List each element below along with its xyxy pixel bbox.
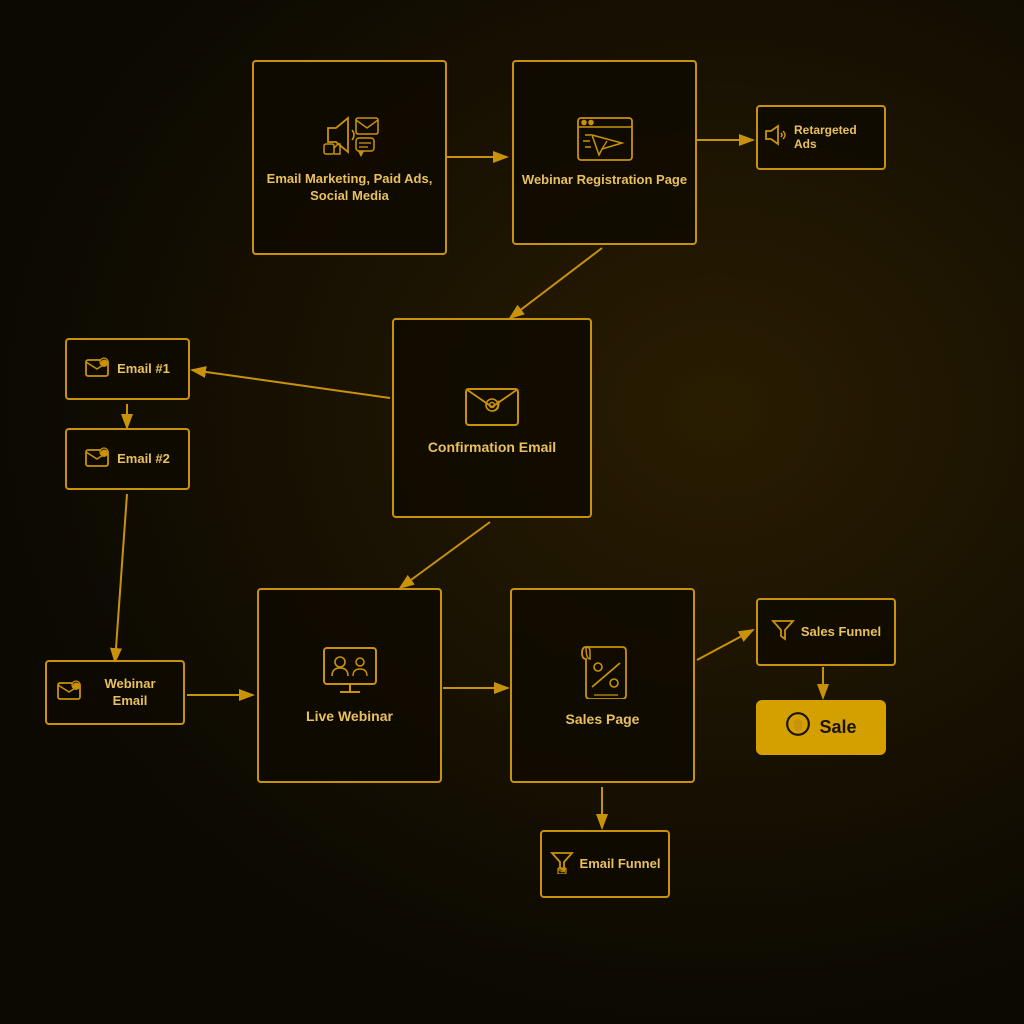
email2-icon: @ [85, 445, 109, 474]
svg-text:@: @ [101, 361, 107, 367]
confirmation-email-label: Confirmation Email [428, 438, 556, 456]
webinar-registration-icon [577, 117, 633, 166]
email-funnel-box: Email Funnel [540, 830, 670, 898]
email-funnel-label: Email Funnel [580, 856, 661, 873]
webinar-registration-box: Webinar Registration Page [512, 60, 697, 245]
email1-label: Email #1 [117, 361, 170, 378]
email-marketing-label: Email Marketing, Paid Ads, Social Media [254, 171, 445, 205]
sales-funnel-box: Sales Funnel [756, 598, 896, 666]
live-webinar-label: Live Webinar [306, 707, 393, 725]
diagram-canvas: Email Marketing, Paid Ads, Social Media … [0, 0, 1024, 1024]
svg-text:@: @ [101, 451, 107, 457]
webinar-email-label: Webinar Email [87, 676, 173, 710]
webinar-email-box: @ Webinar Email [45, 660, 185, 725]
svg-text:@: @ [73, 684, 79, 690]
email1-icon: @ [85, 355, 109, 384]
retargeted-ads-icon [764, 123, 788, 152]
sale-icon: $ [785, 711, 811, 743]
email1-box: @ Email #1 [65, 338, 190, 400]
sales-page-label: Sales Page [566, 710, 640, 728]
live-webinar-box: Live Webinar [257, 588, 442, 783]
retargeted-ads-label: Retargeted Ads [794, 123, 878, 152]
email2-label: Email #2 [117, 451, 170, 468]
svg-text:$: $ [795, 718, 803, 733]
email-marketing-icon [320, 110, 380, 165]
webinar-email-icon: @ [57, 678, 81, 707]
sales-funnel-label: Sales Funnel [801, 624, 881, 641]
email-marketing-box: Email Marketing, Paid Ads, Social Media [252, 60, 447, 255]
live-webinar-icon [320, 646, 380, 701]
sales-funnel-icon [771, 618, 795, 647]
confirmation-email-icon [464, 379, 520, 432]
sale-label: Sale [819, 716, 856, 739]
sales-page-box: Sales Page [510, 588, 695, 783]
retargeted-ads-box: Retargeted Ads [756, 105, 886, 170]
email2-box: @ Email #2 [65, 428, 190, 490]
confirmation-email-box: Confirmation Email [392, 318, 592, 518]
email-funnel-icon [550, 850, 574, 879]
sales-page-icon [578, 643, 628, 704]
webinar-registration-label: Webinar Registration Page [522, 172, 687, 189]
sale-box: $ Sale [756, 700, 886, 755]
